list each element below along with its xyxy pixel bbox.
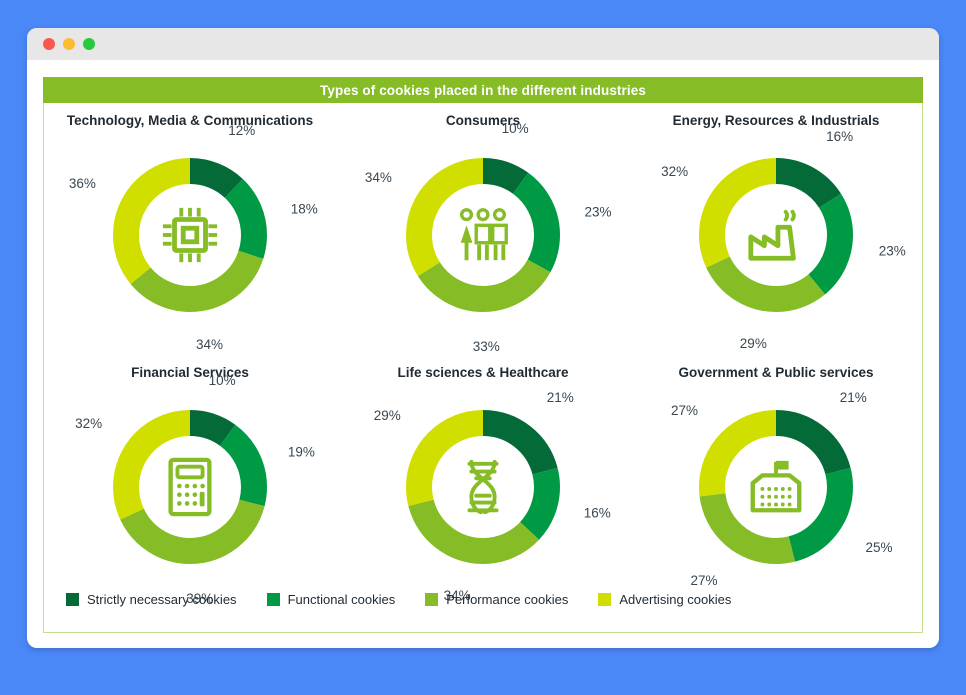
infographic-content: Types of cookies placed in the different… <box>43 77 923 633</box>
donut-chart-card: Life sciences & Healthcare 21% 16% 34% 29% <box>337 355 629 603</box>
factory-icon <box>745 204 807 266</box>
legend-item[interactable]: Functional cookies <box>266 591 396 607</box>
donut-chart: 21% 16% 34% 29% <box>374 390 611 603</box>
segment-percentage-label: 10% <box>208 373 236 389</box>
chart-title: Government & Public services <box>678 365 874 380</box>
minimize-window-button[interactable] <box>63 38 75 50</box>
segment-percentage-label: 27% <box>690 573 718 589</box>
legend-color-swatch <box>598 592 612 606</box>
chart-title: Life sciences & Healthcare <box>397 365 569 380</box>
close-window-button[interactable] <box>43 38 55 50</box>
browser-window: Types of cookies placed in the different… <box>27 28 939 648</box>
segment-percentage-label: 10% <box>501 121 529 137</box>
legend-item[interactable]: Advertising cookies <box>598 592 731 607</box>
donut-chart-card: Government & Public services 21% 25% 27% 27… <box>630 355 922 590</box>
donut-chart-card: Financial Services 10% 19% 39% 32% <box>44 355 336 606</box>
segment-percentage-label: 34% <box>364 169 392 185</box>
legend-item-label: Advertising cookies <box>619 591 732 607</box>
charts-panel: Technology, Media & Communications 12% 18… <box>43 103 923 633</box>
donut-chart-card: Technology, Media & Communications 12% 18… <box>44 103 336 352</box>
segment-percentage-label: 36% <box>68 175 96 191</box>
people-group-icon <box>452 204 514 266</box>
chart-title: Energy, Resources & Industrials <box>672 113 880 128</box>
segment-percentage-label: 33% <box>472 338 500 354</box>
window-title-bar <box>27 28 939 60</box>
segment-percentage-label: 18% <box>290 201 318 217</box>
maximize-window-button[interactable] <box>83 38 95 50</box>
donut-chart-grid: Technology, Media & Communications 12% 18… <box>44 103 922 606</box>
segment-percentage-label: 32% <box>661 164 689 180</box>
segment-percentage-label: 16% <box>826 128 854 144</box>
segment-percentage-label: 34% <box>195 337 223 353</box>
legend-color-swatch <box>66 592 79 606</box>
legend-item[interactable]: Strictly necessary cookies <box>66 592 237 607</box>
legend-item[interactable]: Performance cookies <box>425 592 568 607</box>
segment-percentage-label: 12% <box>228 123 256 139</box>
segment-percentage-label: 29% <box>373 408 401 424</box>
segment-percentage-label: 23% <box>584 204 612 220</box>
segment-percentage-label: 21% <box>839 389 867 405</box>
infographic-title-banner: Types of cookies placed in the different… <box>43 77 923 103</box>
segment-percentage-label: 23% <box>878 243 906 259</box>
segment-percentage-label: 32% <box>75 416 103 432</box>
donut-chart: 21% 25% 27% 27% <box>671 390 893 588</box>
legend-item-label: Performance cookies <box>446 591 569 607</box>
government-building-icon <box>745 456 807 518</box>
chart-title: Consumers <box>445 113 521 128</box>
donut-chart: 12% 18% 34% 36% <box>69 123 318 352</box>
segment-percentage-label: 27% <box>670 403 698 419</box>
legend-color-swatch <box>425 592 439 606</box>
microchip-icon <box>159 204 221 266</box>
donut-chart: 10% 23% 33% 34% <box>365 121 612 354</box>
legend-color-swatch <box>266 592 280 606</box>
donut-chart-card: Energy, Resources & Industrials 16% 23% 29… <box>630 103 922 352</box>
segment-percentage-label: 16% <box>583 505 611 521</box>
calculator-icon <box>159 456 221 518</box>
chart-title: Financial Services <box>131 365 249 380</box>
chart-title: Technology, Media & Communications <box>66 113 314 128</box>
donut-chart: 10% 19% 39% 32% <box>75 373 315 605</box>
segment-percentage-label: 29% <box>739 336 767 352</box>
page-title: Types of cookies placed in the different… <box>320 82 646 98</box>
legend-item-label: Functional cookies <box>287 591 396 607</box>
chart-legend: Strictly necessary cookies Functional coo… <box>44 588 922 610</box>
segment-percentage-label: 21% <box>546 389 574 405</box>
segment-percentage-label: 19% <box>287 444 315 460</box>
donut-chart: 16% 23% 29% 32% <box>661 129 906 352</box>
segment-percentage-label: 25% <box>865 539 893 555</box>
donut-chart-card: Consumers 10% 23% 33% 34% <box>337 103 629 354</box>
dna-icon <box>452 456 514 518</box>
legend-item-label: Strictly necessary cookies <box>87 591 237 607</box>
